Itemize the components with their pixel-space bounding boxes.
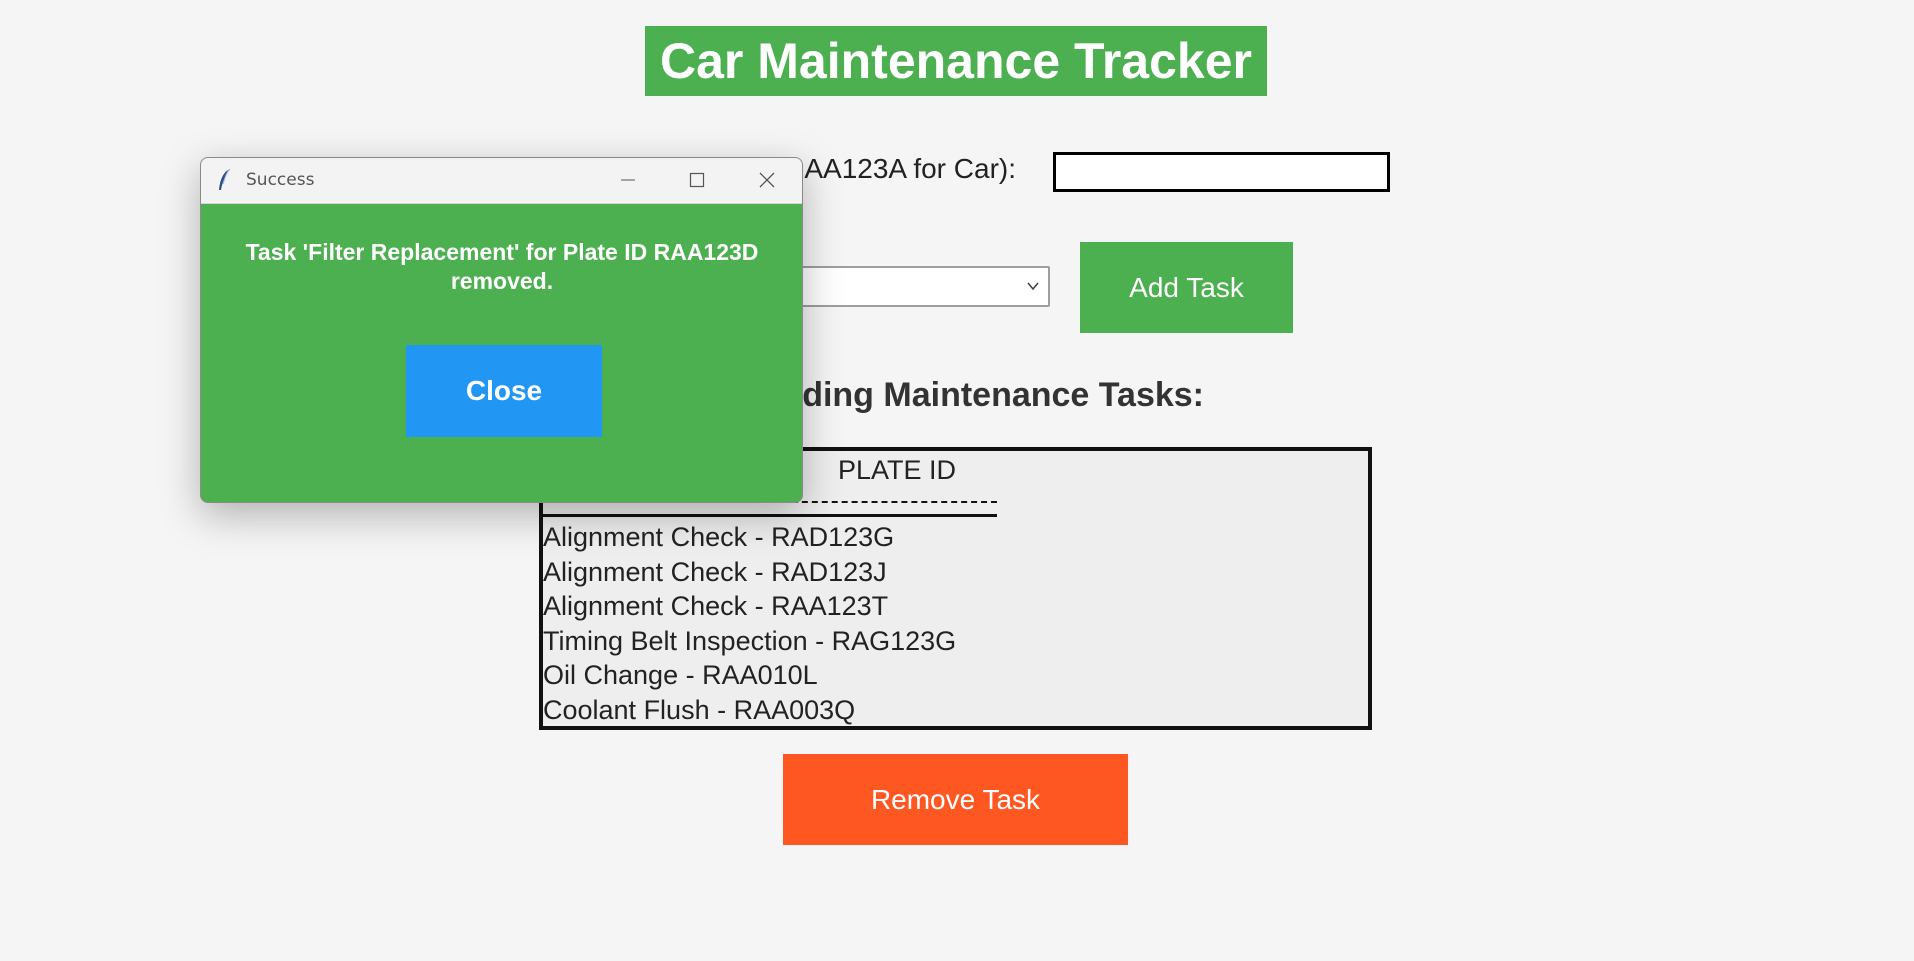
- list-item[interactable]: Alignment Check - RAD123G: [543, 520, 956, 555]
- remove-task-button[interactable]: Remove Task: [783, 754, 1128, 845]
- minimize-button[interactable]: [601, 158, 655, 203]
- plate-id-input[interactable]: [1053, 152, 1390, 192]
- maximize-icon: [689, 172, 705, 188]
- maximize-button[interactable]: [670, 158, 724, 203]
- chevron-down-icon: [1027, 282, 1039, 291]
- list-item[interactable]: Coolant Flush - RAA003Q: [543, 693, 956, 726]
- dialog-titlebar[interactable]: Success: [201, 158, 802, 204]
- close-icon: [759, 172, 775, 188]
- success-dialog: Success Task 'Filter Replacement' for Pl…: [200, 157, 803, 503]
- list-item[interactable]: Alignment Check - RAA123T: [543, 589, 956, 624]
- feather-icon: [219, 168, 231, 190]
- dialog-close-button[interactable]: Close: [406, 345, 602, 437]
- list-item[interactable]: Oil Change - RAA010L: [543, 658, 956, 693]
- main-window: Car Maintenance Tracker Enter Plate ID (…: [0, 0, 1914, 961]
- minimize-icon: [621, 179, 635, 181]
- window-close-button[interactable]: [740, 158, 794, 203]
- app-title: Car Maintenance Tracker: [645, 26, 1267, 96]
- list-item[interactable]: Timing Belt Inspection - RAG123G: [543, 624, 956, 659]
- task-items: Alignment Check - RAD123G Alignment Chec…: [543, 520, 956, 726]
- dialog-title: Success: [246, 170, 315, 190]
- list-divider: [543, 501, 997, 517]
- list-item[interactable]: Alignment Check - RAD123J: [543, 555, 956, 590]
- add-task-button[interactable]: Add Task: [1080, 242, 1293, 333]
- dialog-message: Task 'Filter Replacement' for Plate ID R…: [245, 239, 759, 294]
- list-header: PLATE ID: [838, 455, 957, 485]
